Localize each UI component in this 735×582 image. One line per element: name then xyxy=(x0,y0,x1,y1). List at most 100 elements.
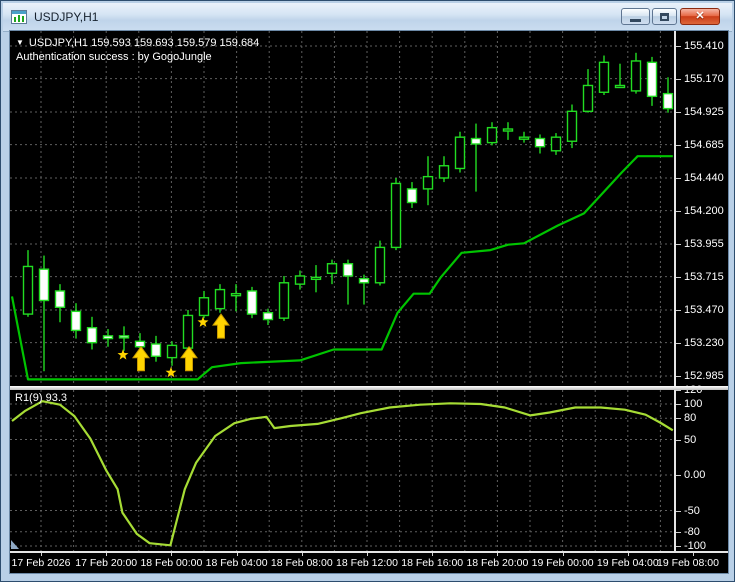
indicator-panel[interactable]: R1(9) 93.3 xyxy=(10,390,674,551)
time-axis-tick xyxy=(171,553,172,556)
time-axis-label: 19 Feb 00:00 xyxy=(532,557,594,569)
price-axis-label: 152.985 xyxy=(684,370,724,382)
bull-candle xyxy=(24,266,33,314)
time-axis[interactable]: 17 Feb 202617 Feb 20:0018 Feb 00:0018 Fe… xyxy=(10,553,728,573)
time-axis-label: 18 Feb 20:00 xyxy=(466,557,528,569)
bull-candle xyxy=(504,129,513,131)
bull-candle xyxy=(392,183,401,247)
price-axis-label: 155.410 xyxy=(684,40,724,52)
title-bar[interactable]: USDJPY,H1 ✕ xyxy=(3,3,732,32)
time-axis-tick xyxy=(302,553,303,556)
bull-candle xyxy=(552,137,561,151)
time-axis-tick xyxy=(367,553,368,556)
price-axis-label-tick xyxy=(676,211,681,212)
time-axis-tick xyxy=(432,553,433,556)
bull-candle xyxy=(184,315,193,348)
time-axis-tick xyxy=(563,553,564,556)
restore-button[interactable] xyxy=(652,8,677,25)
indicator-axis-label: 100 xyxy=(684,398,702,410)
price-axis-label-tick xyxy=(676,277,681,278)
bull-candle xyxy=(456,137,465,168)
indicator-value: 93.3 xyxy=(46,392,67,404)
indicator-axis-label: 50 xyxy=(684,434,696,446)
bear-candle xyxy=(472,139,481,144)
indicator-axis-label-tick xyxy=(676,475,681,476)
price-axis-label: 153.715 xyxy=(684,271,724,283)
bear-candle xyxy=(136,341,145,346)
indicator-axis-label-tick xyxy=(676,390,681,391)
signal-star-icon xyxy=(118,349,129,360)
indicator-axis-label: -80 xyxy=(684,526,700,538)
buy-arrow-icon xyxy=(213,314,229,338)
bear-candle xyxy=(664,94,673,109)
indicator-axis-label-tick xyxy=(676,418,681,419)
quote-header: ▼ USDJPY,H1 159.593 159.693 159.579 159.6… xyxy=(16,37,259,49)
bear-candle xyxy=(88,328,97,343)
bull-candle xyxy=(520,137,529,139)
time-axis-tick xyxy=(106,553,107,556)
time-axis-label: 17 Feb 20:00 xyxy=(75,557,137,569)
chart-window-icon xyxy=(11,9,28,25)
indicator-axis-label-tick xyxy=(676,440,681,441)
price-axis-label-tick xyxy=(676,343,681,344)
indicator-axis-label-tick xyxy=(676,404,681,405)
oscillator-line xyxy=(12,401,673,545)
price-axis-label: 154.925 xyxy=(684,106,724,118)
indicator-axis-label: 0.00 xyxy=(684,469,705,481)
candlestick-chart xyxy=(10,31,674,386)
quote-text: USDJPY,H1 159.593 159.693 159.579 159.68… xyxy=(29,37,259,49)
price-axis-label: 155.170 xyxy=(684,73,724,85)
bear-candle xyxy=(152,344,161,356)
time-axis-label: 18 Feb 04:00 xyxy=(206,557,268,569)
time-axis-label: 18 Feb 08:00 xyxy=(271,557,333,569)
price-axis[interactable]: 155.410155.170154.925154.685154.440154.2… xyxy=(676,31,728,553)
indicator-axis-label: 80 xyxy=(684,412,696,424)
buy-arrow-icon xyxy=(133,347,149,371)
bear-candle xyxy=(264,313,273,320)
indicator-label: R1(9) 93.3 xyxy=(15,392,67,404)
bull-candle xyxy=(440,166,449,178)
indicator-axis-label: -50 xyxy=(684,505,700,517)
indicator-name: R1(9) xyxy=(15,392,43,404)
bull-candle xyxy=(600,62,609,92)
chart-client-area: ▼ USDJPY,H1 159.593 159.693 159.579 159.6… xyxy=(10,31,728,573)
price-axis-label: 154.440 xyxy=(684,172,724,184)
restore-icon xyxy=(660,13,669,21)
mt4-chart-window: USDJPY,H1 ✕ ▼ USDJPY,H1 159.593 159.693 1… xyxy=(0,0,735,582)
bear-candle xyxy=(648,62,657,96)
indicator-axis-label-tick xyxy=(676,511,681,512)
price-axis-label-tick xyxy=(676,46,681,47)
time-axis-tick xyxy=(693,553,694,556)
bull-candle xyxy=(424,177,433,189)
bear-candle xyxy=(120,336,129,338)
price-axis-label-tick xyxy=(676,178,681,179)
bull-candle xyxy=(328,264,337,274)
time-axis-tick xyxy=(497,553,498,556)
symbol-dropdown-icon[interactable]: ▼ xyxy=(16,38,24,47)
main-chart-panel[interactable]: ▼ USDJPY,H1 159.593 159.693 159.579 159.6… xyxy=(10,31,674,386)
bull-candle xyxy=(616,85,625,87)
close-button[interactable]: ✕ xyxy=(680,8,720,25)
bull-candle xyxy=(584,85,593,111)
bull-candle xyxy=(376,247,385,282)
bear-candle xyxy=(360,279,369,283)
auth-status-text: Authentication success : by GogoJungle xyxy=(16,51,212,63)
price-axis-label: 154.685 xyxy=(684,139,724,151)
time-axis-label: 19 Feb 08:00 xyxy=(657,557,719,569)
bear-candle xyxy=(408,189,417,203)
time-axis-label: 18 Feb 12:00 xyxy=(336,557,398,569)
price-axis-label-tick xyxy=(676,376,681,377)
bull-candle xyxy=(488,128,497,143)
scroll-marker-icon xyxy=(11,540,19,549)
bear-candle xyxy=(56,291,65,307)
bull-candle xyxy=(296,276,305,284)
indicator-axis-label-tick xyxy=(676,546,681,547)
minimize-button[interactable] xyxy=(621,8,650,25)
time-axis-label: 19 Feb 04:00 xyxy=(597,557,659,569)
bear-candle xyxy=(344,264,353,276)
bear-candle xyxy=(40,269,49,300)
time-axis-tick xyxy=(237,553,238,556)
trailing-stop-line xyxy=(12,156,673,379)
bull-candle xyxy=(200,298,209,316)
oscillator-chart xyxy=(10,390,674,551)
